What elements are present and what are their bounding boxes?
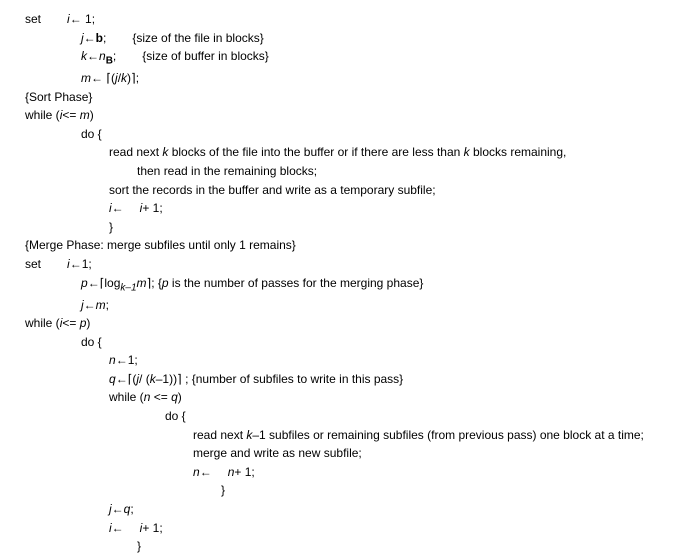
read-k-blocks: read next k blocks of the file into the … [109,143,657,162]
line-j-b: j←b;{size of the file in blocks} [81,29,657,48]
then-read: then read in the remaining blocks; [137,162,657,181]
txt: ←⌈log [88,276,121,290]
do-open-1: do { [81,125,657,144]
var-p: p [162,276,169,290]
inc-n: n←n+ 1; [193,463,657,482]
j-q: j←q; [109,500,657,519]
read-k1-subfiles: read next k–1 subfiles or remaining subf… [193,426,657,445]
txt: + 1; [234,465,254,479]
var-n: n [99,49,106,63]
assign-1: ← 1; [70,12,95,26]
comment-buffer: {size of buffer in blocks} [142,49,269,63]
inc-i-1: i←i+ 1; [109,199,657,218]
close-brace-2: } [137,537,657,556]
line-j-m: j←m; [81,296,657,315]
sub-k1: k–1 [120,282,136,293]
var-n: n [109,353,116,367]
txt: read next [109,145,162,159]
var-m: m [80,108,90,122]
op: <= [150,390,171,404]
arrow: ← [200,465,212,479]
txt: read next [193,428,246,442]
arrow: ← [112,201,124,215]
var-q: q [171,390,178,404]
while-i-p: while (i<= p) [25,314,657,333]
kw-set: set [25,257,41,271]
kw-set: set [25,12,41,26]
txt: is the number of passes for the merging … [169,276,424,290]
semi: ; [106,298,109,312]
arrow: ← [84,298,96,312]
merge-write: merge and write as new subfile; [193,444,657,463]
txt: ⌉; { [147,276,162,290]
semi: ; [103,31,106,45]
semi: ; [113,49,116,63]
comment-merge-phase: {Merge Phase: merge subfiles until only … [25,236,657,255]
close-brace-3: } [221,481,657,500]
arrow: ← [112,521,124,535]
set-i-1b: seti←1; [25,255,657,274]
while-n-q: while (n <= q) [109,388,657,407]
op: <= [62,316,79,330]
txt: / ( [139,372,150,386]
txt: blocks of the file into the buffer or if… [168,145,463,159]
var-m: m [96,298,106,312]
line-set-i: seti← 1; [25,10,657,29]
txt: ←1; [116,353,138,367]
var-p: p [81,276,88,290]
comment-sort-phase: {Sort Phase} [25,88,657,107]
txt: + 1; [142,201,162,215]
sub-B: B [106,56,113,67]
txt: –1))⌉ ; {number of subfiles to write in … [156,372,403,386]
q-ceil: q←⌈(j/ (k–1))⌉ ; {number of subfiles to … [109,370,657,389]
arrow: ← [84,31,96,45]
kw-while: while ( [25,108,60,122]
var-b: b [96,31,103,45]
txt: )⌉; [127,71,139,85]
line-p-log: p←⌈logk–1m⌉; {p is the number of passes … [81,274,657,296]
txt: blocks remaining, [470,145,567,159]
inc-i-2: i←i+ 1; [109,519,657,538]
paren: ) [86,316,90,330]
while-i-m: while (i<= m) [25,106,657,125]
txt: + 1; [142,521,162,535]
sort-records: sort the records in the buffer and write… [109,181,657,200]
line-k-nb: k←nB;{size of buffer in blocks} [81,47,657,69]
kw-while: while ( [25,316,60,330]
semi: ; [130,502,133,516]
arrow: ← [87,49,99,63]
n-1: n←1; [109,351,657,370]
op: <= [62,108,79,122]
line-m-jk: m← ⌈(j/k)⌉; [81,69,657,88]
var-n: n [193,465,200,479]
comment-file: {size of the file in blocks} [132,31,263,45]
kw-while: while ( [109,390,144,404]
var-m: m [81,71,91,85]
paren: ) [178,390,182,404]
paren: ) [90,108,94,122]
txt: ←⌈( [116,372,137,386]
txt: ← ⌈( [91,71,115,85]
txt: ←1; [70,257,92,271]
var-q: q [109,372,116,386]
arrow: ← [112,502,124,516]
var-m: m [137,276,147,290]
do-open-3: do { [165,407,657,426]
do-open-2: do { [81,333,657,352]
txt: –1 subfiles or remaining subfiles (from … [252,428,644,442]
close-brace-1: } [109,218,657,237]
